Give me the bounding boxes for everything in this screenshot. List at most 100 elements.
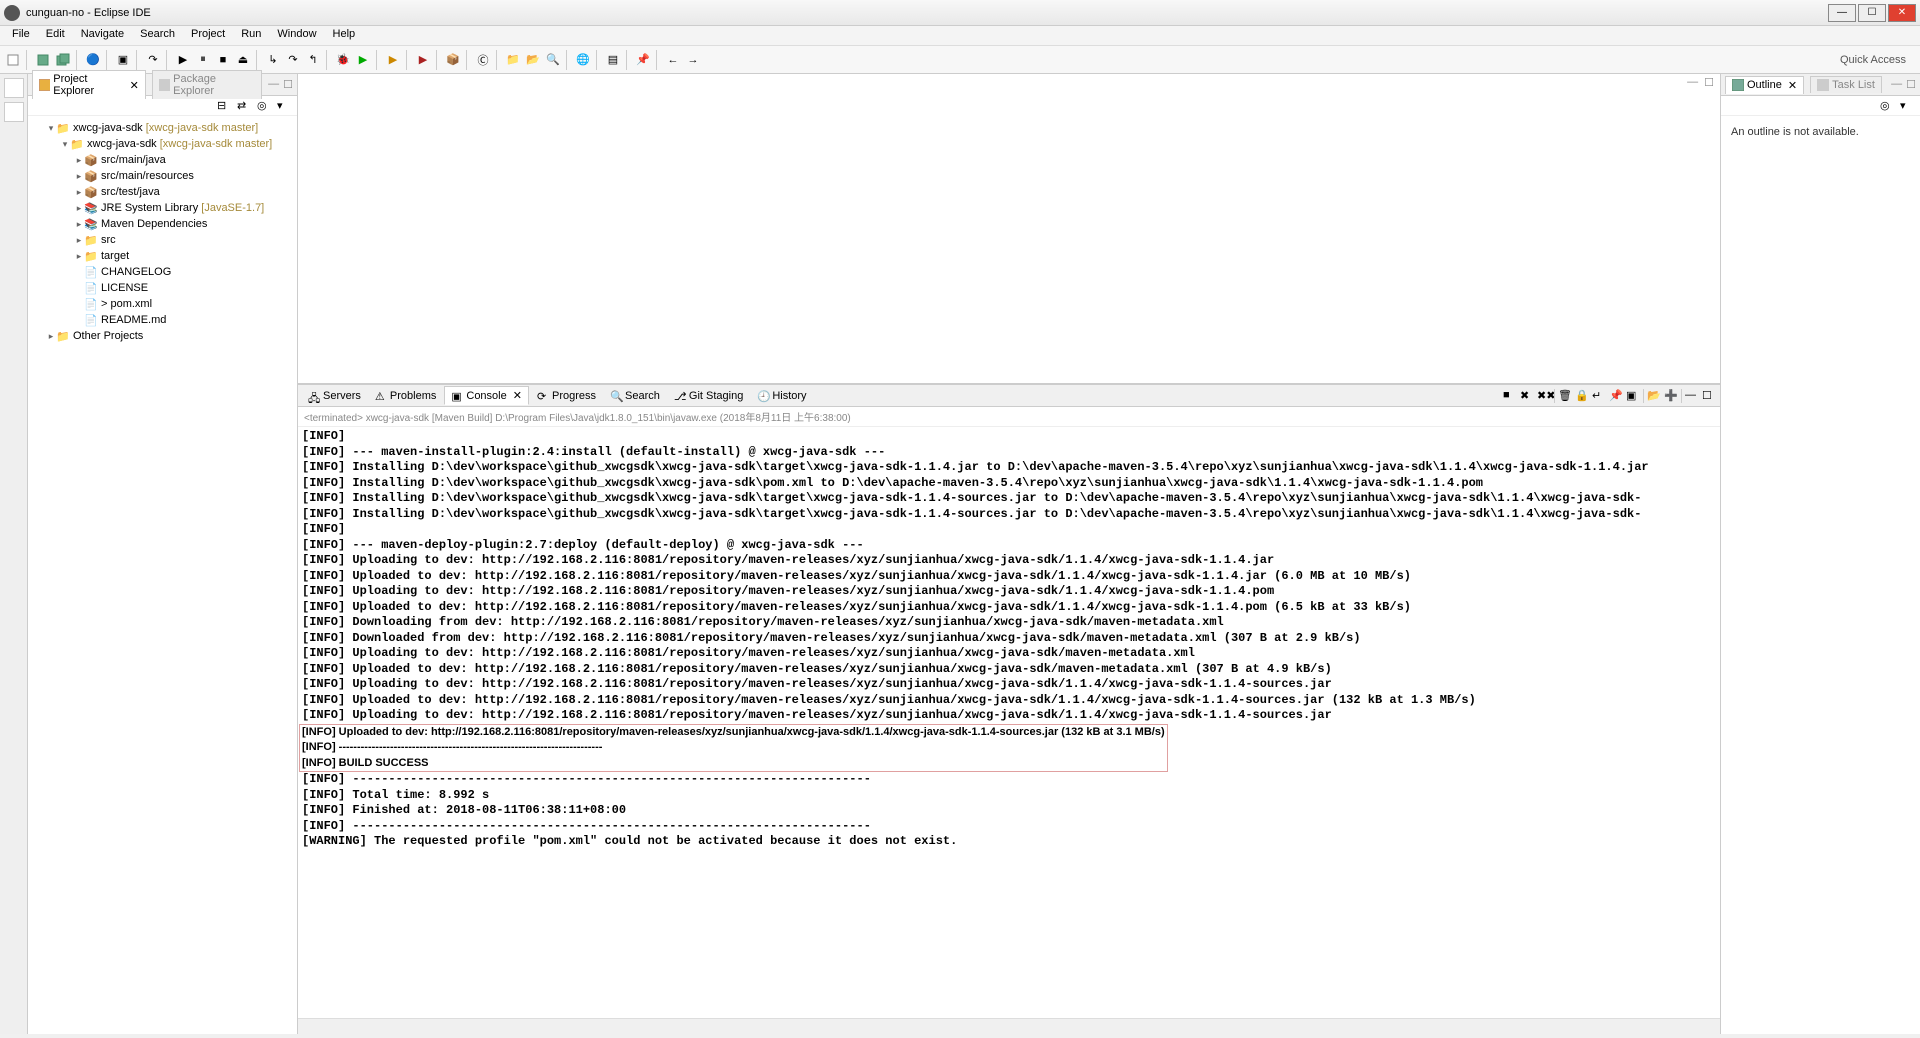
folder2-icon[interactable]: 📂 xyxy=(524,51,542,69)
menu-edit[interactable]: Edit xyxy=(38,26,73,45)
tab-close-icon[interactable]: ✕ xyxy=(510,389,522,402)
browser-icon[interactable]: 🌐 xyxy=(574,51,592,69)
fwd-icon[interactable]: → xyxy=(684,51,702,69)
link-editor-icon[interactable]: ⇄ xyxy=(237,99,251,113)
menu-file[interactable]: File xyxy=(4,26,38,45)
tab-outline[interactable]: Outline ✕ xyxy=(1725,76,1804,94)
menu-search[interactable]: Search xyxy=(132,26,183,45)
resume-icon[interactable]: ▶ xyxy=(174,51,192,69)
perspective-java-icon[interactable] xyxy=(4,78,24,98)
newclass-icon[interactable]: Ⓒ xyxy=(474,51,492,69)
menu-run[interactable]: Run xyxy=(233,26,269,45)
stop-icon[interactable]: ■ xyxy=(214,51,232,69)
console-scroll-icon[interactable]: 🔒 xyxy=(1575,389,1589,403)
tree-target[interactable]: ▸📁target xyxy=(36,248,297,264)
console-display-icon[interactable]: ▣ xyxy=(1626,389,1640,403)
tab-servers[interactable]: 🖧Servers xyxy=(302,388,367,404)
console-new-icon[interactable]: ➕ xyxy=(1664,389,1678,403)
console-max-icon[interactable]: ☐ xyxy=(1702,389,1716,403)
search-icon[interactable]: 🔍 xyxy=(544,51,562,69)
runlast-icon[interactable]: ▶ xyxy=(384,51,402,69)
console-output[interactable]: [INFO] [INFO] --- maven-install-plugin:2… xyxy=(298,427,1720,1018)
console-hscroll[interactable] xyxy=(298,1018,1720,1034)
tree-changelog[interactable]: 📄CHANGELOG xyxy=(36,264,297,280)
close-button[interactable]: ✕ xyxy=(1888,4,1916,22)
console-pin-icon[interactable]: 📌 xyxy=(1609,389,1623,403)
launch-icon[interactable]: ▤ xyxy=(604,51,622,69)
tree-license[interactable]: 📄LICENSE xyxy=(36,280,297,296)
collapse-all-icon[interactable]: ⊟ xyxy=(217,99,231,113)
newpkg-icon[interactable]: 📦 xyxy=(444,51,462,69)
tree-src-main-resources[interactable]: ▸📦src/main/resources xyxy=(36,168,297,184)
terminal-icon[interactable]: ▣ xyxy=(114,51,132,69)
menu-navigate[interactable]: Navigate xyxy=(73,26,132,45)
view-menu-icon[interactable]: ▾ xyxy=(277,99,291,113)
disconnect-icon[interactable]: ⏏ xyxy=(234,51,252,69)
menu-window[interactable]: Window xyxy=(269,26,324,45)
tab-package-explorer[interactable]: Package Explorer xyxy=(152,70,262,99)
menu-help[interactable]: Help xyxy=(325,26,364,45)
tab-console[interactable]: ▣Console ✕ xyxy=(444,386,529,405)
perspective-icon[interactable]: 🔵 xyxy=(84,51,102,69)
tab-tasklist[interactable]: Task List xyxy=(1810,76,1882,93)
maximize-button[interactable]: ☐ xyxy=(1858,4,1886,22)
perspective-debug-icon[interactable] xyxy=(4,102,24,122)
outline-focus-icon[interactable]: ◎ xyxy=(1880,99,1894,113)
tree-jre-library[interactable]: ▸📚JRE System Library [JavaSE-1.7] xyxy=(36,200,297,216)
stepreturn-icon[interactable]: ↰ xyxy=(304,51,322,69)
run-icon[interactable]: ▶ xyxy=(354,51,372,69)
tree-src[interactable]: ▸📁src xyxy=(36,232,297,248)
folder-icon[interactable]: 📁 xyxy=(504,51,522,69)
outline-max-icon[interactable]: ☐ xyxy=(1906,78,1916,91)
tree-other-projects[interactable]: ▸📁Other Projects xyxy=(36,328,297,344)
tree-pom[interactable]: 📄> pom.xml xyxy=(36,296,297,312)
console-removeall-icon[interactable]: ✖✖ xyxy=(1537,389,1551,403)
console-terminate-icon[interactable]: ■ xyxy=(1503,389,1517,403)
minimize-button[interactable]: — xyxy=(1828,4,1856,22)
tree-src-main-java[interactable]: ▸📦src/main/java xyxy=(36,152,297,168)
perspective-gutter xyxy=(0,74,28,1034)
console-remove-icon[interactable]: ✖ xyxy=(1520,389,1534,403)
editor-maximize-icon[interactable]: ☐ xyxy=(1704,76,1714,89)
new-icon[interactable] xyxy=(4,51,22,69)
menu-project[interactable]: Project xyxy=(183,26,233,45)
saveall-icon[interactable] xyxy=(54,51,72,69)
minimize-view-icon[interactable]: — xyxy=(268,78,279,91)
tab-project-explorer[interactable]: Project Explorer ✕ xyxy=(32,70,146,99)
tab-problems[interactable]: ⚠Problems xyxy=(369,388,442,404)
tree-project-module[interactable]: ▾📁xwcg-java-sdk [xwcg-java-sdk master] xyxy=(36,136,297,152)
coverage-icon[interactable]: ▶ xyxy=(414,51,432,69)
pin-icon[interactable]: 📌 xyxy=(634,51,652,69)
focus-icon[interactable]: ◎ xyxy=(257,99,271,113)
explorer-icon xyxy=(39,79,50,91)
outline-menu-icon[interactable]: ▾ xyxy=(1900,99,1914,113)
outline-min-icon[interactable]: — xyxy=(1891,78,1902,91)
debug-icon[interactable]: 🐞 xyxy=(334,51,352,69)
tab-close-icon[interactable]: ✕ xyxy=(130,79,139,92)
tab-progress[interactable]: ⟳Progress xyxy=(531,388,602,404)
save-icon[interactable] xyxy=(34,51,52,69)
tree-src-test-java[interactable]: ▸📦src/test/java xyxy=(36,184,297,200)
tab-history[interactable]: 🕘History xyxy=(751,388,812,404)
tree-maven-deps[interactable]: ▸📚Maven Dependencies xyxy=(36,216,297,232)
console-wrap-icon[interactable]: ↵ xyxy=(1592,389,1606,403)
console-open-icon[interactable]: 📂 xyxy=(1647,389,1661,403)
main-toolbar: 🔵 ▣ ↷ ▶ ⏸ ■ ⏏ ↳ ↷ ↰ 🐞 ▶ ▶ ▶ 📦 Ⓒ 📁 📂 🔍 🌐 … xyxy=(0,46,1920,74)
maximize-view-icon[interactable]: ☐ xyxy=(283,78,293,91)
editor-minimize-icon[interactable]: — xyxy=(1687,76,1698,89)
back-icon[interactable]: ← xyxy=(664,51,682,69)
stepover-icon[interactable]: ↷ xyxy=(284,51,302,69)
tab-search[interactable]: 🔍Search xyxy=(604,388,666,404)
skip-icon[interactable]: ↷ xyxy=(144,51,162,69)
tree-project-root[interactable]: ▾📁xwcg-java-sdk [xwcg-java-sdk master] xyxy=(36,120,297,136)
stepinto-icon[interactable]: ↳ xyxy=(264,51,282,69)
console-min-icon[interactable]: — xyxy=(1685,389,1699,403)
tab-git[interactable]: ⎇Git Staging xyxy=(668,388,749,404)
console-clear-icon[interactable]: 🗑 xyxy=(1558,389,1572,403)
tasklist-icon xyxy=(1817,79,1829,91)
tab-close-icon[interactable]: ✕ xyxy=(1785,79,1797,92)
quick-access[interactable]: Quick Access xyxy=(1840,54,1916,66)
tree-readme[interactable]: 📄README.md xyxy=(36,312,297,328)
project-tree[interactable]: ▾📁xwcg-java-sdk [xwcg-java-sdk master] ▾… xyxy=(28,116,297,1034)
pause-icon[interactable]: ⏸ xyxy=(194,51,212,69)
